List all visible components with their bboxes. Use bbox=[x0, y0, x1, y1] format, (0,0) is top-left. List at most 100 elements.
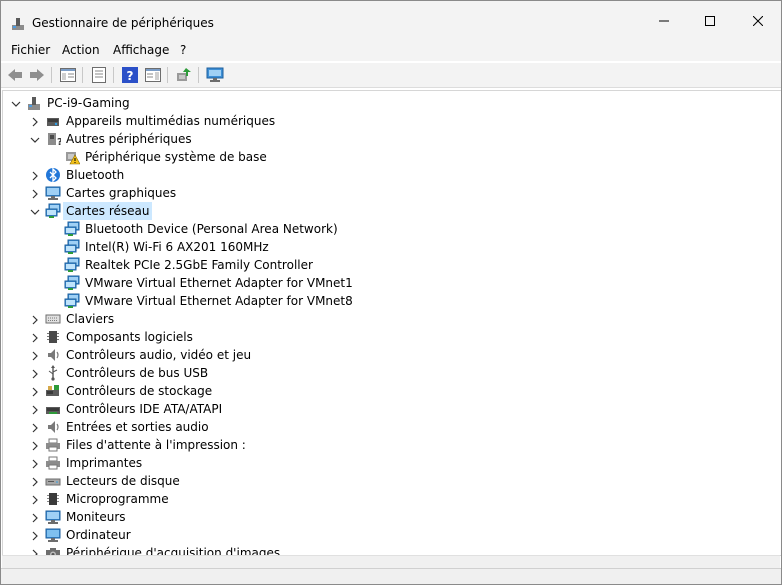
maximize-icon bbox=[705, 16, 715, 26]
printer-icon bbox=[45, 455, 61, 471]
forward-button[interactable] bbox=[28, 66, 46, 84]
chevron-right-icon[interactable] bbox=[30, 313, 40, 325]
chevron-right-icon[interactable] bbox=[30, 367, 40, 379]
chevron-right-icon[interactable] bbox=[30, 457, 40, 469]
root-label: PC-i9-Gaming bbox=[47, 96, 130, 110]
chevron-right-icon[interactable] bbox=[30, 439, 40, 451]
tree-node[interactable]: Cartes graphiques bbox=[3, 184, 781, 202]
tree-root[interactable]: PC-i9-Gaming bbox=[3, 94, 781, 112]
chevron-right-icon[interactable] bbox=[30, 385, 40, 397]
tree-node[interactable]: Files d'attente à l'impression : bbox=[3, 436, 781, 454]
multimedia-icon bbox=[45, 113, 61, 129]
device-manager-app-icon bbox=[11, 17, 25, 31]
tree-node[interactable]: Microprogramme bbox=[3, 490, 781, 508]
speaker-icon bbox=[45, 347, 61, 363]
scan-hardware-button[interactable] bbox=[206, 66, 224, 84]
computer-icon bbox=[45, 527, 61, 543]
close-icon bbox=[753, 16, 763, 26]
help-button[interactable]: ? bbox=[121, 66, 139, 84]
tree-node[interactable]: Entrées et sorties audio bbox=[3, 418, 781, 436]
toolbar-separator bbox=[82, 67, 83, 83]
tree-node[interactable]: Imprimantes bbox=[3, 454, 781, 472]
tree-node[interactable]: Appareils multimédias numériques bbox=[3, 112, 781, 130]
chevron-right-icon[interactable] bbox=[30, 349, 40, 361]
tree-node[interactable]: Contrôleurs de bus USB bbox=[3, 364, 781, 382]
chevron-right-icon[interactable] bbox=[30, 511, 40, 523]
update-driver-button[interactable] bbox=[175, 66, 193, 84]
tree-node[interactable]: Ordinateur bbox=[3, 526, 781, 544]
chevron-right-icon[interactable] bbox=[30, 331, 40, 343]
tree-node-label: Périphérique système de base bbox=[85, 150, 267, 164]
status-bar bbox=[1, 568, 781, 584]
chevron-right-icon[interactable] bbox=[30, 187, 40, 199]
tree-node[interactable]: Composants logiciels bbox=[3, 328, 781, 346]
menu-fichier[interactable]: Fichier bbox=[11, 43, 50, 57]
tree-node[interactable]: Realtek PCIe 2.5GbE Family Controller bbox=[3, 256, 781, 274]
device-manager-window: Gestionnaire de périphériques Fichier Ac… bbox=[0, 0, 782, 585]
menu-affichage[interactable]: Affichage bbox=[113, 43, 169, 57]
network-adapter-icon bbox=[64, 275, 80, 291]
action-pane-button[interactable] bbox=[144, 66, 162, 84]
chevron-right-icon[interactable] bbox=[30, 493, 40, 505]
tree-node[interactable]: Intel(R) Wi-Fi 6 AX201 160MHz bbox=[3, 238, 781, 256]
tree-node-label: Bluetooth bbox=[66, 168, 125, 182]
tree-node[interactable]: Moniteurs bbox=[3, 508, 781, 526]
menu-action[interactable]: Action bbox=[62, 43, 100, 57]
speaker-icon bbox=[45, 419, 61, 435]
tree-node-label: Contrôleurs de stockage bbox=[66, 384, 213, 398]
other-devices-icon: ? bbox=[45, 131, 63, 148]
tree-node[interactable]: ? Autres périphériques bbox=[3, 130, 781, 148]
close-button[interactable] bbox=[735, 1, 781, 41]
tree-node-label: VMware Virtual Ethernet Adapter for VMne… bbox=[85, 294, 353, 308]
display-adapter-icon bbox=[45, 185, 61, 201]
tree-node[interactable]: Lecteurs de disque bbox=[3, 472, 781, 490]
tree-node[interactable]: Contrôleurs de stockage bbox=[3, 382, 781, 400]
chevron-right-icon[interactable] bbox=[30, 421, 40, 433]
tree-node[interactable]: Cartes réseau bbox=[3, 202, 781, 220]
chevron-down-icon[interactable] bbox=[30, 133, 40, 145]
chevron-right-icon[interactable] bbox=[30, 169, 40, 181]
keyboard-icon bbox=[45, 311, 61, 327]
tree-node[interactable]: VMware Virtual Ethernet Adapter for VMne… bbox=[3, 292, 781, 310]
menu-help[interactable]: ? bbox=[180, 43, 186, 57]
back-button[interactable] bbox=[6, 66, 24, 84]
help-icon: ? bbox=[122, 67, 138, 83]
tree-node-label: Composants logiciels bbox=[66, 330, 193, 344]
svg-text:?: ? bbox=[127, 69, 134, 83]
back-arrow-icon bbox=[8, 69, 22, 81]
chevron-down-icon[interactable] bbox=[30, 205, 40, 217]
chevron-right-icon[interactable] bbox=[30, 115, 40, 127]
maximize-button[interactable] bbox=[687, 1, 733, 41]
tree-node-label: Entrées et sorties audio bbox=[66, 420, 209, 434]
tree-node-label: Contrôleurs audio, vidéo et jeu bbox=[66, 348, 252, 362]
network-adapter-icon bbox=[64, 221, 80, 237]
window-title: Gestionnaire de périphériques bbox=[32, 16, 214, 30]
tree-node-label: Claviers bbox=[66, 312, 115, 326]
device-tree[interactable]: PC-i9-Gaming Appareils multimédias numér… bbox=[2, 90, 781, 556]
network-adapter-icon bbox=[45, 203, 61, 219]
tree-node[interactable]: Contrôleurs audio, vidéo et jeu bbox=[3, 346, 781, 364]
minimize-button[interactable] bbox=[641, 1, 687, 41]
tree-node-label: Contrôleurs IDE ATA/ATAPI bbox=[66, 402, 223, 416]
tree-node-label: Moniteurs bbox=[66, 510, 126, 524]
tree-node[interactable]: Claviers bbox=[3, 310, 781, 328]
console-tree-button[interactable] bbox=[59, 66, 77, 84]
svg-text:?: ? bbox=[57, 137, 61, 147]
firmware-icon bbox=[45, 491, 61, 507]
tree-node[interactable]: VMware Virtual Ethernet Adapter for VMne… bbox=[3, 274, 781, 292]
tree-node[interactable]: Périphérique système de base bbox=[3, 148, 781, 166]
tree-node-label: Cartes réseau bbox=[63, 202, 153, 220]
properties-icon bbox=[92, 67, 106, 83]
chevron-down-icon[interactable] bbox=[11, 97, 21, 109]
tree-node[interactable]: Bluetooth bbox=[3, 166, 781, 184]
chevron-right-icon[interactable] bbox=[30, 403, 40, 415]
chevron-right-icon[interactable] bbox=[30, 475, 40, 487]
tree-node[interactable]: Contrôleurs IDE ATA/ATAPI bbox=[3, 400, 781, 418]
chevron-right-icon[interactable] bbox=[30, 529, 40, 541]
tree-node[interactable]: Bluetooth Device (Personal Area Network) bbox=[3, 220, 781, 238]
horizontal-scrollbar[interactable] bbox=[2, 555, 780, 568]
printer-icon bbox=[45, 437, 61, 453]
warning-device-icon bbox=[64, 149, 81, 165]
tree-node-label: Realtek PCIe 2.5GbE Family Controller bbox=[85, 258, 313, 272]
properties-button[interactable] bbox=[90, 66, 108, 84]
